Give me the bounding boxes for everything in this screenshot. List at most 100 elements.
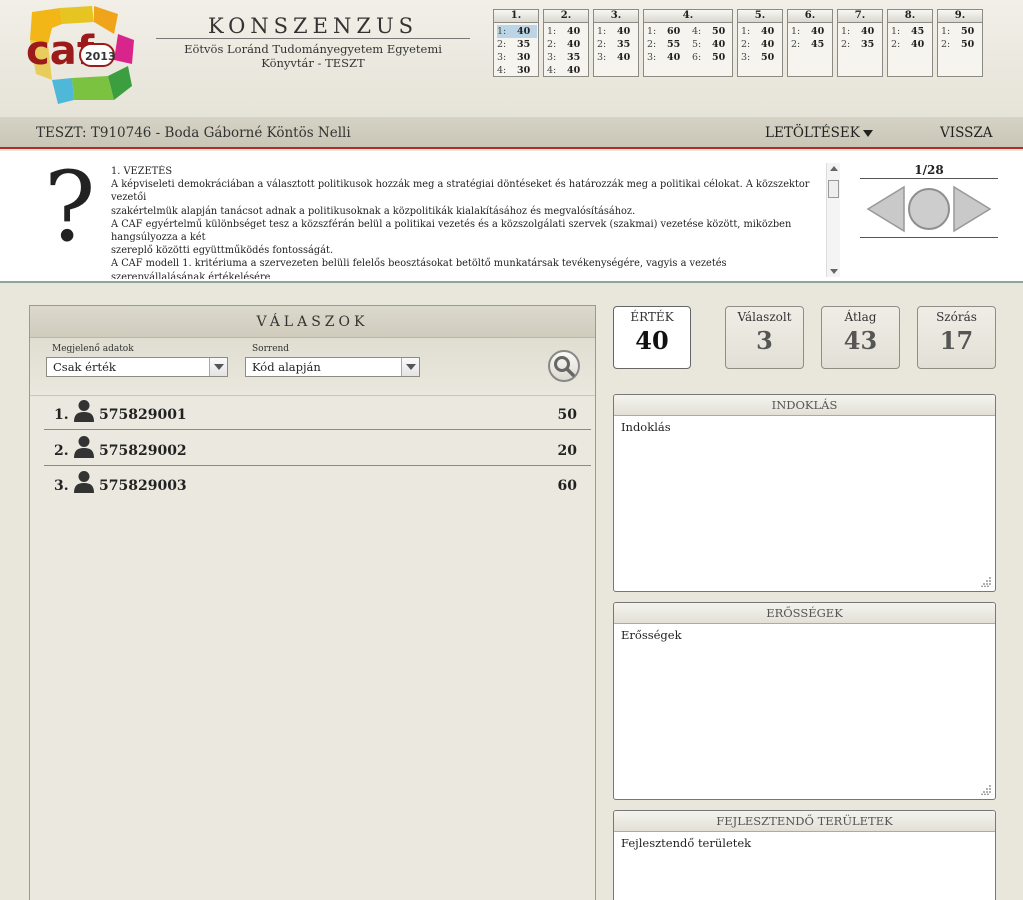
score-cell[interactable]: 2: 40	[547, 38, 587, 51]
downloads-label: LETÖLTÉSEK	[765, 125, 860, 141]
question-line: A CAF egyértelmű különbséget tesz a közs…	[111, 218, 792, 244]
score-column: 5. 1: 40 2: 40 3: 50	[737, 9, 783, 77]
answer-row[interactable]: 1. 575829001 50	[44, 395, 591, 430]
score-cell-index: 2:	[941, 39, 951, 50]
pager-divider	[860, 237, 998, 238]
score-cell-index: 6:	[692, 52, 702, 63]
std-dev-stat-value: 17	[939, 326, 974, 355]
order-filter-select[interactable]: Kód alapján	[245, 357, 420, 377]
score-column: 8. 1: 45 2: 40	[887, 9, 933, 77]
question-panel: ? 1. VEZETÉS A képviseleti demokráciában …	[0, 151, 1023, 283]
display-filter-value: Csak érték	[53, 360, 116, 374]
score-cell-index: 5:	[692, 39, 702, 50]
score-column: 2. 1: 40 2: 40 3: 35 4: 40	[543, 9, 589, 77]
score-cell[interactable]: 1: 60	[647, 25, 687, 38]
score-cell[interactable]: 1: 50	[941, 25, 981, 38]
score-cell[interactable]: 1: 45	[891, 25, 931, 38]
score-cell-index: 2:	[547, 39, 557, 50]
score-cell[interactable]: 2: 40	[891, 38, 931, 51]
answer-row[interactable]: 2. 575829002 20	[44, 431, 591, 466]
reason-title: INDOKLÁS	[614, 395, 995, 416]
svg-text:2013: 2013	[85, 50, 116, 63]
reason-textarea[interactable]: Indoklás	[614, 416, 995, 591]
score-cell-index: 1:	[647, 26, 657, 37]
display-filter-select[interactable]: Csak érték	[46, 357, 228, 377]
score-cell[interactable]: 4: 30	[497, 64, 537, 77]
answer-row[interactable]: 3. 575829003 60	[44, 466, 591, 501]
score-cell-value: 40	[617, 26, 631, 37]
score-cell-value: 40	[761, 39, 775, 50]
search-button[interactable]	[548, 350, 580, 382]
score-cell[interactable]: 1: 40	[597, 25, 637, 38]
score-cell-value: 60	[667, 26, 681, 37]
score-cell-index: 1:	[941, 26, 951, 37]
average-stat-label: Átlag	[844, 310, 877, 324]
chevron-down-icon[interactable]	[209, 358, 227, 376]
score-cell[interactable]: 4: 40	[547, 64, 587, 77]
value-stat-label: ÉRTÉK	[630, 310, 674, 324]
score-cell[interactable]: 4: 50	[692, 25, 732, 38]
reason-panel: INDOKLÁS Indoklás	[613, 394, 996, 592]
next-arrow-icon[interactable]	[953, 185, 992, 233]
scroll-down-arrow-icon[interactable]	[830, 269, 838, 274]
score-cell[interactable]: 1: 40	[741, 25, 781, 38]
answer-code: 575829001	[99, 407, 187, 423]
score-cell-value: 40	[761, 26, 775, 37]
scroll-up-arrow-icon[interactable]	[830, 166, 838, 171]
score-cell[interactable]: 3: 40	[597, 51, 637, 64]
improvement-textarea[interactable]: Fejlesztendő területek	[614, 832, 995, 900]
score-cell-index: 4:	[547, 65, 557, 76]
question-scrollbar[interactable]	[826, 163, 840, 277]
score-cell[interactable]: 1: 40	[841, 25, 881, 38]
score-column: 1. 1: 40 2: 35 3: 30 4: 30	[493, 9, 539, 77]
score-cell[interactable]: 1: 40	[497, 25, 537, 38]
score-cell[interactable]: 6: 50	[692, 51, 732, 64]
score-cell-value: 50	[961, 39, 975, 50]
score-cell-value: 50	[761, 52, 775, 63]
score-cell-index: 1:	[891, 26, 901, 37]
score-cell-index: 4:	[497, 65, 507, 76]
search-icon	[554, 356, 575, 377]
answer-score: 60	[557, 478, 577, 494]
score-cell[interactable]: 1: 40	[791, 25, 831, 38]
score-cell[interactable]: 3: 50	[741, 51, 781, 64]
score-cell[interactable]: 2: 35	[841, 38, 881, 51]
score-cell-value: 35	[567, 52, 581, 63]
average-stat-value: 43	[843, 326, 878, 355]
score-cell[interactable]: 3: 40	[647, 51, 687, 64]
prev-arrow-icon[interactable]	[866, 185, 905, 233]
strengths-textarea[interactable]: Erősségek	[614, 624, 995, 799]
score-cell-value: 30	[517, 52, 531, 63]
score-cell[interactable]: 1: 40	[547, 25, 587, 38]
downloads-menu[interactable]: LETÖLTÉSEK	[765, 125, 873, 141]
navbar: TESZT: T910746 - Boda Gáborné Köntös Nel…	[0, 117, 1023, 149]
score-cell-index: 1:	[741, 26, 751, 37]
score-cell[interactable]: 2: 45	[791, 38, 831, 51]
center-circle-button[interactable]	[908, 188, 950, 230]
score-cell[interactable]: 2: 35	[497, 38, 537, 51]
back-link[interactable]: VISSZA	[940, 125, 992, 141]
scroll-thumb[interactable]	[828, 180, 839, 198]
resize-grip-icon[interactable]	[981, 577, 991, 587]
score-cell-index: 1:	[497, 26, 507, 37]
question-line: szakértelmük alapján tanácsot adnak a po…	[111, 205, 636, 217]
score-column: 4. 1: 60 2: 55 3: 40 4: 50 5: 40 6: 50	[643, 9, 733, 77]
chevron-down-icon[interactable]	[401, 358, 419, 376]
score-cell[interactable]: 2: 35	[597, 38, 637, 51]
answer-rank: 2.	[54, 443, 69, 459]
resize-grip-icon[interactable]	[981, 785, 991, 795]
score-cell[interactable]: 2: 50	[941, 38, 981, 51]
score-cell[interactable]: 3: 30	[497, 51, 537, 64]
score-cell[interactable]: 2: 40	[741, 38, 781, 51]
question-text: 1. VEZETÉS A képviseleti demokráciában a …	[111, 165, 821, 279]
score-cell[interactable]: 2: 55	[647, 38, 687, 51]
user-icon	[74, 400, 94, 422]
score-cell-index: 2:	[741, 39, 751, 50]
score-cell-index: 1:	[791, 26, 801, 37]
score-column-header: 4.	[644, 10, 732, 23]
score-cell[interactable]: 3: 35	[547, 51, 587, 64]
strengths-panel: ERŐSSÉGEK Erősségek	[613, 602, 996, 800]
score-cell[interactable]: 5: 40	[692, 38, 732, 51]
answer-score: 50	[557, 407, 577, 423]
score-cell-index: 1:	[597, 26, 607, 37]
